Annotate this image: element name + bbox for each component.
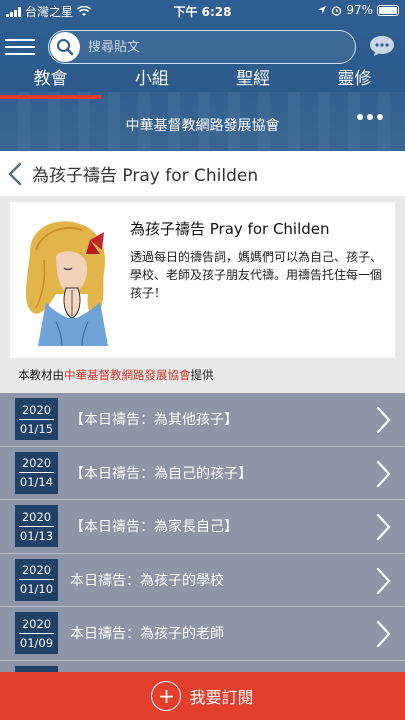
chevron-right-icon xyxy=(376,620,391,648)
subscribe-button[interactable]: + 我要訂閱 xyxy=(0,672,405,720)
date-badge: 2020 01/14 xyxy=(15,451,58,494)
menu-button[interactable] xyxy=(5,34,35,58)
date-month-day: 01/15 xyxy=(19,421,54,436)
alarm-icon xyxy=(332,5,342,16)
tab-group[interactable]: 小組 xyxy=(101,66,202,96)
prayer-list: 2020 01/15 【本日禱告：為其他孩子】 2020 01/14 【本日禱告… xyxy=(0,393,405,714)
date-year: 2020 xyxy=(21,616,52,631)
tab-devotion[interactable]: 靈修 xyxy=(304,66,405,96)
org-bar: 中華基督教網路發展協會 xyxy=(0,108,405,141)
status-bar: 台灣之星 下午 6:28 97% xyxy=(0,0,405,24)
intro-section: 為孩子禱告 Pray for Childen 透過每日的禱告詞，媽媽們可以為自己… xyxy=(0,196,405,393)
location-icon xyxy=(318,6,327,14)
chevron-right-icon xyxy=(376,567,391,594)
back-button[interactable] xyxy=(0,151,30,196)
date-month-day: 01/09 xyxy=(19,635,54,650)
list-item[interactable]: 2020 01/13 【本日禱告：為家長自己】 xyxy=(0,500,405,554)
main-tabs: 教會 小組 聖經 靈修 xyxy=(0,66,405,99)
item-title: 【本日禱告：為其他孩子】 xyxy=(70,412,238,429)
subscribe-label: 我要訂閱 xyxy=(189,688,254,707)
provider-prefix: 本教材由 xyxy=(18,368,64,382)
date-year: 2020 xyxy=(21,456,52,471)
date-badge: 2020 01/10 xyxy=(15,558,58,601)
search-icon xyxy=(50,32,80,62)
date-year: 2020 xyxy=(21,563,52,578)
date-month-day: 01/10 xyxy=(19,582,54,597)
search-bar[interactable] xyxy=(48,30,356,64)
chevron-right-icon xyxy=(376,406,391,434)
intro-title: 為孩子禱告 Pray for Childen xyxy=(130,220,330,238)
chevron-left-icon xyxy=(8,162,22,185)
intro-card: 為孩子禱告 Pray for Childen 透過每日的禱告詞，媽媽們可以為自己… xyxy=(10,202,395,358)
page-title: 為孩子禱告 Pray for Childen xyxy=(32,166,259,186)
page-title-row: 為孩子禱告 Pray for Childen xyxy=(0,151,405,196)
search-input[interactable] xyxy=(88,39,328,55)
battery-icon xyxy=(377,4,399,16)
provider-credit: 本教材由中華基督教網路發展協會提供 xyxy=(18,367,214,383)
status-right: 97% xyxy=(317,3,399,17)
item-title: 本日禱告：為孩子的老師 xyxy=(70,626,224,643)
praying-child-image xyxy=(16,210,118,350)
tab-bible[interactable]: 聖經 xyxy=(203,66,304,96)
item-title: 本日禱告：為孩子的學校 xyxy=(70,572,224,589)
intro-description: 透過每日的禱告詞，媽媽們可以為自己、孩子、學校、老師及孩子朋友代禱。用禱告托住每… xyxy=(130,250,383,300)
date-year: 2020 xyxy=(21,509,52,524)
date-badge: 2020 01/15 xyxy=(15,398,58,441)
chevron-right-icon xyxy=(376,513,391,541)
app-header: 台灣之星 下午 6:28 97% 教會 小組 xyxy=(0,0,405,151)
chevron-right-icon xyxy=(376,460,391,487)
date-month-day: 01/13 xyxy=(19,528,54,543)
battery-percent: 97% xyxy=(346,3,373,17)
list-item[interactable]: 2020 01/15 【本日禱告：為其他孩子】 xyxy=(0,393,405,447)
provider-org-link[interactable]: 中華基督教網路發展協會 xyxy=(64,368,191,382)
tab-church[interactable]: 教會 xyxy=(0,66,102,99)
plus-icon: + xyxy=(151,681,182,711)
date-year: 2020 xyxy=(21,402,52,417)
date-badge: 2020 01/13 xyxy=(15,505,58,548)
item-title: 【本日禱告：為自己的孩子】 xyxy=(70,465,252,482)
list-item[interactable]: 2020 01/14 【本日禱告：為自己的孩子】 xyxy=(0,446,405,500)
list-item[interactable]: 2020 01/10 本日禱告：為孩子的學校 xyxy=(0,553,405,607)
list-item[interactable]: 2020 01/09 本日禱告：為孩子的老師 xyxy=(0,607,405,661)
chat-icon[interactable] xyxy=(369,35,395,57)
date-badge: 2020 01/09 xyxy=(15,612,58,655)
org-title: 中華基督教網路發展協會 xyxy=(125,117,280,134)
more-icon[interactable] xyxy=(357,114,383,120)
item-title: 【本日禱告：為家長自己】 xyxy=(70,519,238,536)
provider-suffix: 提供 xyxy=(190,368,214,382)
date-month-day: 01/14 xyxy=(19,475,54,490)
